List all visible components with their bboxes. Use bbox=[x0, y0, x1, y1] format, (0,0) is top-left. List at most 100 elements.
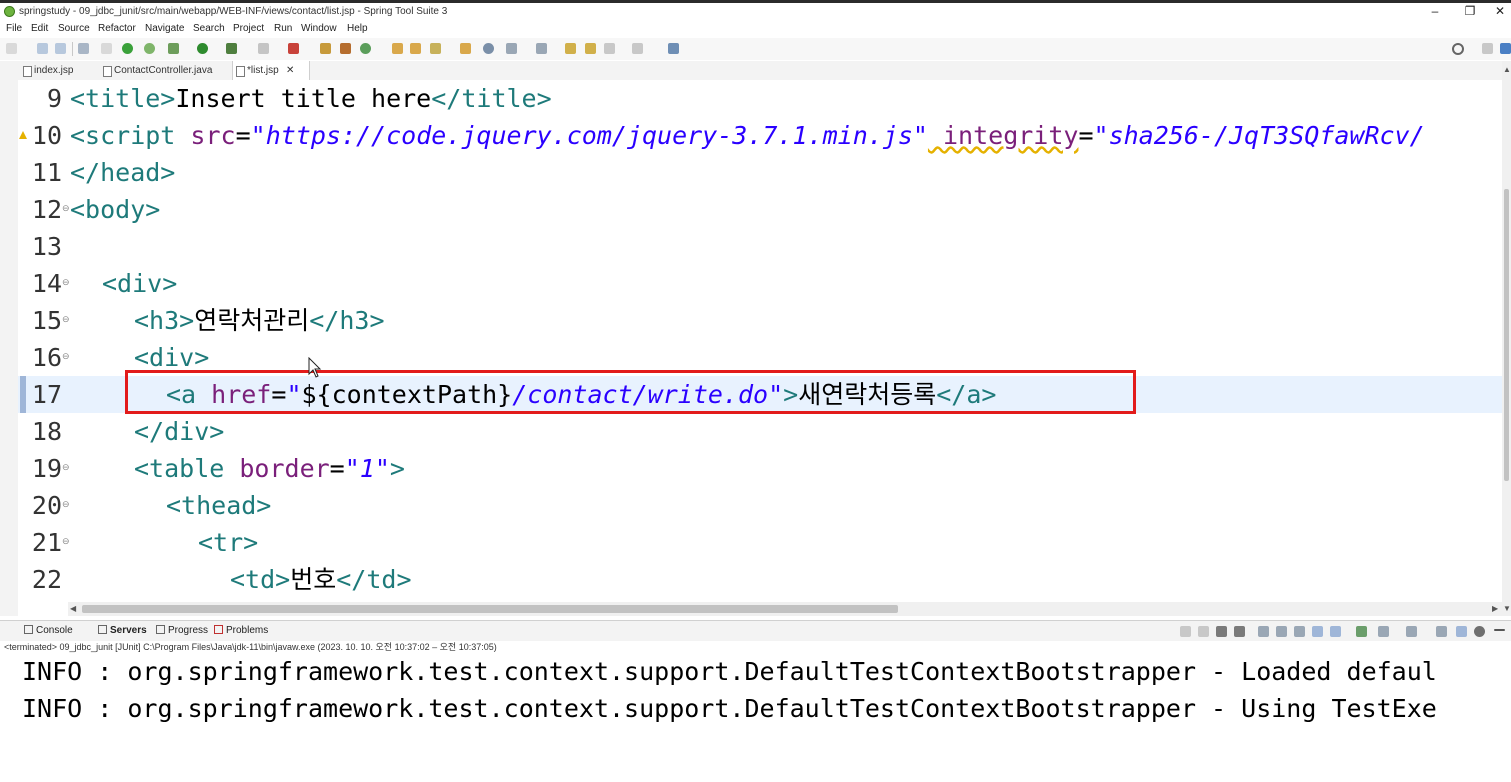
clear-console-icon[interactable] bbox=[1234, 626, 1245, 637]
menu-refactor[interactable]: Refactor bbox=[98, 23, 136, 34]
fold-toggle-icon[interactable]: ⊖ bbox=[62, 277, 70, 288]
minimize-button[interactable]: – bbox=[1420, 3, 1450, 21]
search-icon[interactable] bbox=[1452, 43, 1464, 55]
last-edit-icon[interactable] bbox=[565, 43, 576, 54]
open-console-icon[interactable] bbox=[1378, 626, 1389, 637]
start-server-icon[interactable] bbox=[122, 43, 133, 54]
tab-console[interactable]: Console bbox=[24, 625, 73, 636]
edit-icon[interactable] bbox=[430, 43, 441, 54]
close-button[interactable]: ✕ bbox=[1485, 3, 1511, 21]
new-java-project-icon[interactable] bbox=[320, 43, 331, 54]
line-number: 13 bbox=[31, 232, 62, 261]
save-all-icon[interactable] bbox=[55, 43, 66, 54]
code-line: 15 ⊖ <h3>연락처관리</h3> bbox=[18, 302, 1502, 339]
scroll-up-icon[interactable]: ▲ bbox=[1503, 65, 1511, 74]
menu-help[interactable]: Help bbox=[347, 23, 368, 34]
view-menu-icon[interactable] bbox=[1436, 626, 1447, 637]
annotation-highlight-box bbox=[125, 370, 1136, 414]
save-icon[interactable] bbox=[37, 43, 48, 54]
globe-icon[interactable] bbox=[483, 43, 494, 54]
new-console-icon[interactable] bbox=[1406, 626, 1417, 637]
run-external-icon[interactable] bbox=[226, 43, 237, 54]
tab-progress[interactable]: Progress bbox=[156, 625, 208, 636]
spring-app-icon bbox=[4, 6, 15, 17]
vertical-scrollbar[interactable]: ▲ ▼ bbox=[1502, 61, 1511, 616]
menu-navigate[interactable]: Navigate bbox=[145, 23, 184, 34]
line-number: 18 bbox=[31, 417, 62, 446]
minimize-panel-icon[interactable] bbox=[1494, 629, 1505, 631]
open-resource-icon[interactable] bbox=[410, 43, 421, 54]
line-number: 20 bbox=[31, 491, 62, 520]
show-stdout-icon[interactable] bbox=[1294, 626, 1305, 637]
settings-gear-icon[interactable] bbox=[1474, 626, 1485, 637]
remove-launch-icon[interactable] bbox=[1180, 626, 1191, 637]
fold-toggle-icon[interactable]: ⊖ bbox=[62, 351, 70, 362]
display-console-icon[interactable] bbox=[1356, 626, 1367, 637]
pin-editor-icon[interactable] bbox=[668, 43, 679, 54]
tab-index-jsp[interactable]: index.jsp bbox=[20, 61, 102, 80]
word-wrap-icon[interactable] bbox=[1276, 626, 1287, 637]
scrollbar-thumb[interactable] bbox=[1504, 189, 1509, 481]
code-line: 10 <script src="https://code.jquery.com/… bbox=[18, 117, 1502, 154]
fold-toggle-icon[interactable]: ⊖ bbox=[62, 499, 70, 510]
fold-toggle-icon[interactable]: ⊖ bbox=[62, 203, 70, 214]
remove-all-icon[interactable] bbox=[1216, 626, 1227, 637]
code-line: 20 ⊖ <thead> bbox=[18, 487, 1502, 524]
code-line: 14 ⊖ <div> bbox=[18, 265, 1502, 302]
new-class-icon[interactable] bbox=[360, 43, 371, 54]
tab-list-jsp[interactable]: *list.jsp ✕ bbox=[232, 61, 310, 80]
new-icon[interactable] bbox=[6, 43, 17, 54]
spring-boot-icon[interactable] bbox=[144, 43, 155, 54]
show-stderr-icon[interactable] bbox=[1312, 626, 1323, 637]
tab-close-icon[interactable]: ✕ bbox=[286, 61, 294, 80]
scroll-right-icon[interactable]: ▶ bbox=[1492, 604, 1498, 613]
scroll-left-icon[interactable]: ◀ bbox=[70, 604, 76, 613]
tab-contact-controller[interactable]: ContactController.java bbox=[100, 61, 224, 80]
open-type-icon[interactable] bbox=[392, 43, 403, 54]
new-package-icon[interactable] bbox=[340, 43, 351, 54]
perspective-icon[interactable] bbox=[1482, 43, 1493, 54]
menu-project[interactable]: Project bbox=[233, 23, 264, 34]
toolbar-separator bbox=[72, 42, 73, 56]
java-perspective-icon[interactable] bbox=[1500, 43, 1511, 54]
code-text: <thead> bbox=[166, 491, 272, 520]
skip-breakpoints-icon[interactable] bbox=[101, 43, 112, 54]
nav-forward-icon[interactable] bbox=[632, 43, 643, 54]
horizontal-scrollbar[interactable]: ◀ ▶ bbox=[68, 602, 1502, 616]
scroll-down-icon[interactable]: ▼ bbox=[1503, 604, 1511, 613]
debug-icon[interactable] bbox=[168, 43, 179, 54]
scroll-lock-icon[interactable] bbox=[1258, 626, 1269, 637]
stop-icon[interactable] bbox=[258, 43, 269, 54]
run-icon[interactable] bbox=[197, 43, 208, 54]
side-trim bbox=[0, 61, 18, 616]
tab-servers[interactable]: Servers bbox=[98, 625, 147, 636]
tab-problems[interactable]: Problems bbox=[214, 625, 268, 636]
console-output-line: INFO : org.springframework.test.context.… bbox=[22, 657, 1437, 686]
restore-button[interactable]: ❐ bbox=[1455, 3, 1485, 21]
menu-run[interactable]: Run bbox=[274, 23, 292, 34]
scrollbar-thumb[interactable] bbox=[82, 605, 898, 613]
menu-window[interactable]: Window bbox=[301, 23, 337, 34]
forward-icon[interactable] bbox=[604, 43, 615, 54]
code-editor[interactable]: 9 <title>Insert title here</title> 10 <s… bbox=[18, 80, 1502, 602]
terminal-icon[interactable] bbox=[78, 43, 89, 54]
menu-file[interactable]: File bbox=[6, 23, 22, 34]
fold-toggle-icon[interactable]: ⊖ bbox=[62, 314, 70, 325]
open-folder-icon[interactable] bbox=[460, 43, 471, 54]
tab-label: *list.jsp bbox=[247, 65, 279, 76]
java-ee-icon[interactable] bbox=[288, 43, 299, 54]
link-icon[interactable] bbox=[1456, 626, 1467, 637]
menu-bar: File Edit Source Refactor Navigate Searc… bbox=[0, 21, 1511, 37]
next-annotation-icon[interactable] bbox=[536, 43, 547, 54]
pin-console-icon[interactable] bbox=[1330, 626, 1341, 637]
code-text: <tr> bbox=[198, 528, 259, 557]
fold-toggle-icon[interactable]: ⊖ bbox=[62, 462, 70, 473]
menu-source[interactable]: Source bbox=[58, 23, 90, 34]
menu-search[interactable]: Search bbox=[193, 23, 225, 34]
fold-toggle-icon[interactable]: ⊖ bbox=[62, 536, 70, 547]
annotation-icon[interactable] bbox=[506, 43, 517, 54]
menu-edit[interactable]: Edit bbox=[31, 23, 48, 34]
code-line: 11 </head> bbox=[18, 154, 1502, 191]
back-icon[interactable] bbox=[585, 43, 596, 54]
terminate-icon[interactable] bbox=[1198, 626, 1209, 637]
